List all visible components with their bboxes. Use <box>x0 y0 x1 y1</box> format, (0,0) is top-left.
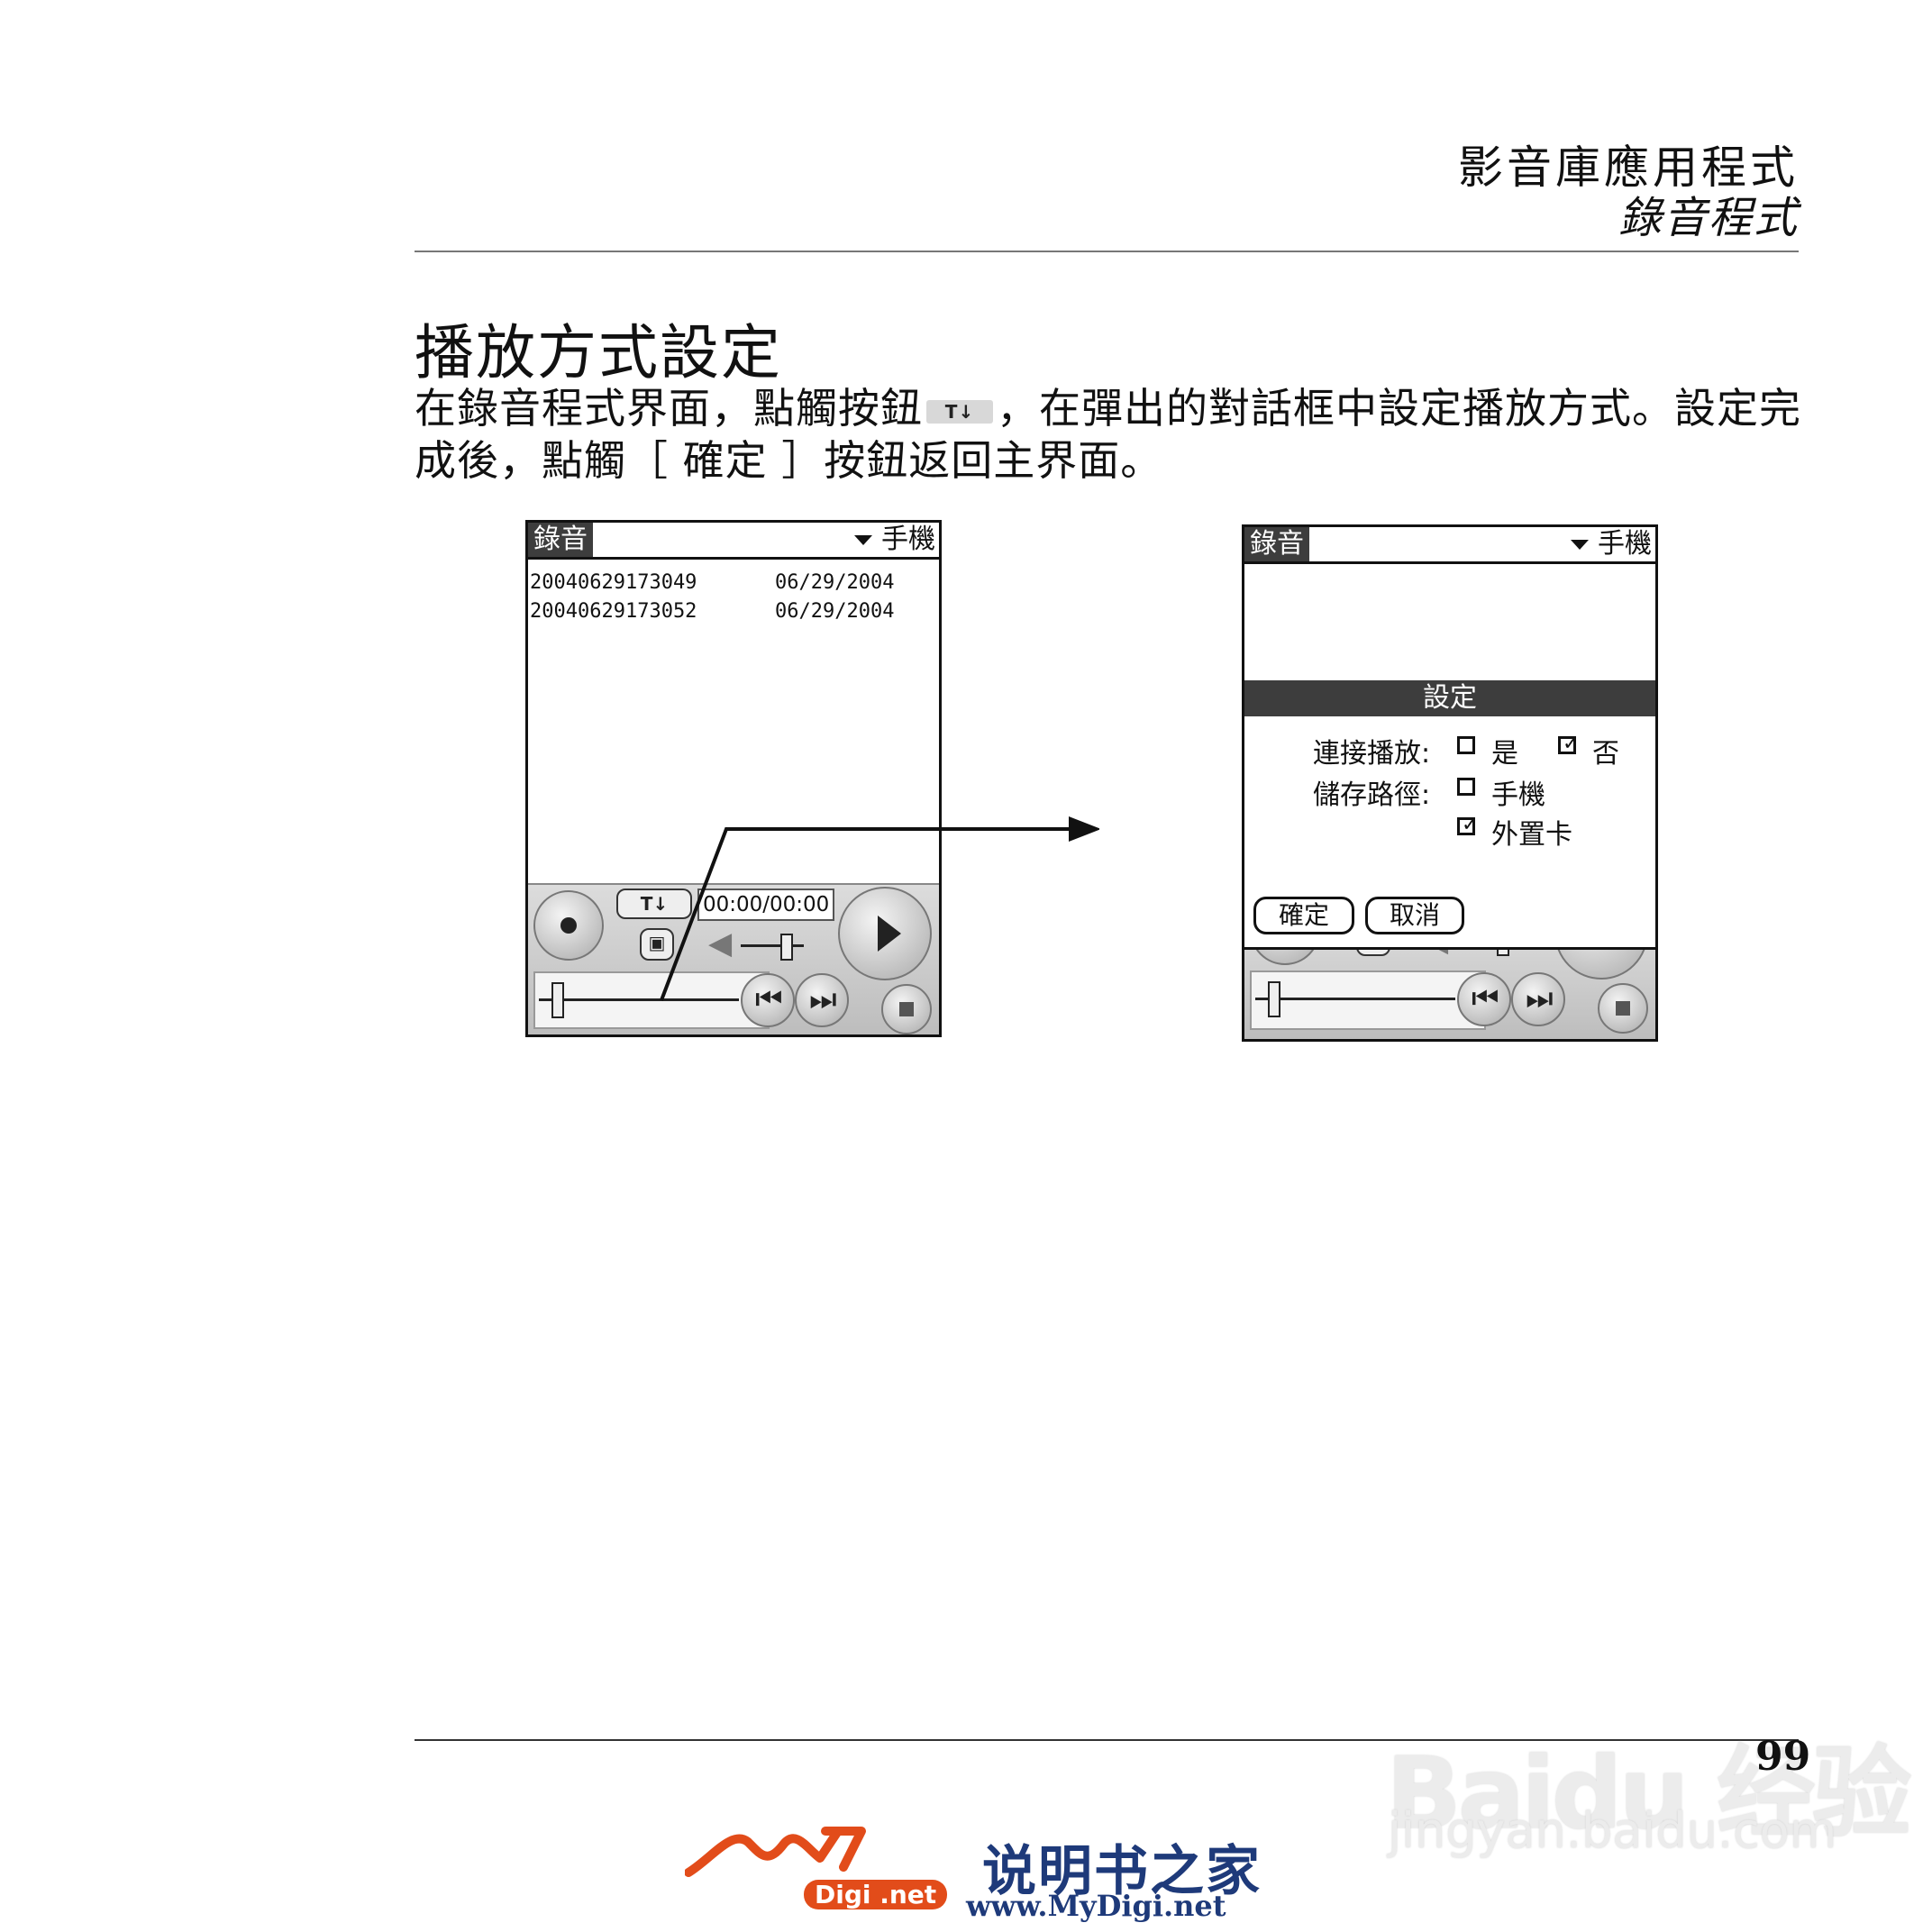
section-title: 播放方式設定 <box>415 318 782 387</box>
continuous-yes-label: 是 <box>1491 738 1518 770</box>
baidu-watermark-url: jingyan.baidu.com <box>1388 1802 1837 1859</box>
title-underline <box>1244 561 1655 564</box>
storage-phone-label: 手機 <box>1491 779 1545 811</box>
chapter-subtitle: 錄音程式 <box>1618 193 1799 243</box>
mydigi-url: www.MyDigi.net <box>966 1889 1226 1923</box>
settings-dialog: 設定 連接播放: 是 ✓ 否 儲存路徑: 手機 ✓ 外置卡 確定 取消 <box>1244 680 1655 950</box>
stop-button[interactable] <box>1598 983 1648 1034</box>
recording-name: 20040629173049 <box>530 571 697 594</box>
header-divider <box>415 251 1799 252</box>
section-body: 在錄音程式界面，點觸按鈕 T↓ ，在彈出的對話框中設定播放方式。設定完成後，點觸［ … <box>415 382 1802 487</box>
mydigi-logo-swoosh <box>685 1827 866 1877</box>
continuous-no-checkbox[interactable]: ✓ <box>1558 734 1579 754</box>
recording-date: 06/29/2004 <box>775 571 895 594</box>
storage-dropdown-value: 手機 <box>881 524 935 555</box>
previous-icon: ⏮ <box>1472 980 1499 1016</box>
page-number: 99 <box>1755 1734 1811 1780</box>
title-underline <box>528 557 939 560</box>
recording-name: 20040629173052 <box>530 600 697 623</box>
record-dot-icon <box>560 917 577 934</box>
recording-row[interactable]: 20040629173052 06/29/2004 <box>530 600 894 623</box>
next-button[interactable]: ⏭ <box>1511 972 1565 1026</box>
storage-card-checkbox[interactable]: ✓ <box>1457 816 1478 835</box>
mydigi-net-badge: Digi .net <box>804 1880 948 1909</box>
progress-slider-track <box>1255 998 1455 1000</box>
recording-row[interactable]: 20040629173049 06/29/2004 <box>530 571 894 594</box>
continuous-play-label: 連接播放: <box>1313 738 1431 770</box>
storage-dropdown-value: 手機 <box>1598 528 1652 560</box>
body-text-part1: 在錄音程式界面，點觸按鈕 <box>415 384 923 433</box>
callout-arrow <box>660 816 1099 1001</box>
storage-phone-checkbox[interactable] <box>1457 778 1475 796</box>
record-button[interactable] <box>533 890 604 961</box>
continuous-yes-checkbox[interactable] <box>1457 736 1475 754</box>
progress-slider-handle[interactable] <box>551 982 564 1018</box>
cancel-button[interactable]: 取消 <box>1365 897 1464 934</box>
recording-date: 06/29/2004 <box>775 600 895 623</box>
dropdown-triangle-icon <box>854 535 872 545</box>
previous-button[interactable]: ⏮ <box>1457 972 1511 1026</box>
recorder-app-title: 錄音 <box>1244 527 1309 561</box>
stop-icon <box>1616 1001 1630 1016</box>
storage-dropdown[interactable]: 手機 <box>854 523 935 557</box>
recorder-screen-settings: 錄音 手機 ▣ ◀ ⏮ ⏭ 設定 連接播放: 是 ✓ 否 儲存路徑: <box>1242 524 1658 1042</box>
dialog-title: 設定 <box>1244 680 1655 716</box>
inline-settings-button-image: T↓ <box>926 400 993 424</box>
progress-slider-handle[interactable] <box>1268 981 1280 1017</box>
storage-path-label: 儲存路徑: <box>1313 779 1431 811</box>
recorder-app-title: 錄音 <box>528 523 593 557</box>
storage-card-label: 外置卡 <box>1491 819 1572 851</box>
next-icon: ⏭ <box>1526 980 1554 1016</box>
continuous-no-label: 否 <box>1592 738 1619 770</box>
storage-dropdown[interactable]: 手機 <box>1571 527 1652 561</box>
ok-button[interactable]: 確定 <box>1253 897 1354 934</box>
progress-bar-area <box>1250 971 1486 1030</box>
dropdown-triangle-icon <box>1571 540 1589 550</box>
